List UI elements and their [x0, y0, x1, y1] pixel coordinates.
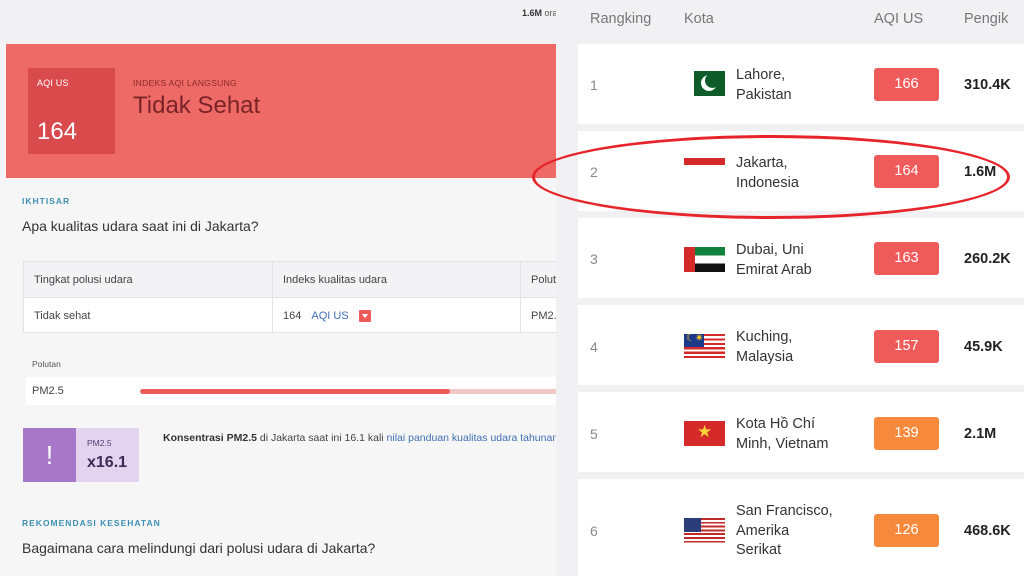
table-row[interactable]	[578, 305, 1024, 385]
pollutant-label: Polutan	[32, 359, 61, 369]
follower-count-value: 1.6M	[522, 8, 543, 18]
concentration-pollutant: PM2.5	[87, 438, 112, 448]
header-rank[interactable]: Rangking	[590, 11, 651, 27]
pollution-table: Tingkat polusi udara Indeks kualitas uda…	[23, 261, 623, 333]
aqi-score-value: 164	[37, 118, 78, 145]
city-name-line: Emirat Arab	[736, 261, 812, 278]
city-name-line: Lahore,	[736, 67, 786, 83]
city-name-line: Pakistan	[736, 86, 792, 103]
vietnam-flag-icon	[684, 421, 725, 446]
city-name-line: Minh, Vietnam	[736, 435, 829, 452]
header-pollution-level: Tingkat polusi udara	[24, 262, 273, 297]
aqi-unit-link[interactable]: AQI US	[311, 310, 348, 322]
aqi-hero-banner: AQI US 164 INDEKS AQI LANGSUNG Tidak Seh…	[6, 44, 606, 178]
recommendation-label: REKOMENDASI KESEHATAN	[22, 518, 161, 528]
concentration-bold: Konsentrasi PM2.5	[163, 432, 257, 444]
pollutant-name: PM2.5	[32, 385, 64, 397]
who-guideline-link[interactable]: nilai panduan kualitas udara tahunan WH	[387, 432, 579, 444]
city-name-line: Kota Hồ Chí	[736, 416, 815, 432]
city-name-line: Amerika	[736, 522, 790, 539]
pollution-table-header: Tingkat polusi udara Indeks kualitas uda…	[24, 262, 622, 298]
table-row[interactable]	[578, 44, 1024, 124]
follower-count: 2.1M	[964, 426, 997, 442]
pakistan-flag-icon	[684, 71, 725, 96]
overview-label: IKHTISAR	[22, 196, 71, 206]
city-name[interactable]: Dubai, Uni Emirat Arab	[736, 241, 812, 280]
ranking-panel: Rangking Kota AQI US Pengik 1 Lahore, Pa…	[556, 0, 1024, 576]
aqi-index-value: 164	[283, 309, 302, 322]
header-followers[interactable]: Pengik	[964, 11, 1008, 27]
concentration-mid: di Jakarta saat ini 16.1 kali	[256, 432, 387, 444]
city-name-line: Serikat	[736, 542, 782, 558]
overview-question: Apa kualitas udara saat ini di Jakarta?	[22, 218, 259, 234]
recommendation-question: Bagaimana cara melindungi dari polusi ud…	[22, 540, 376, 556]
aqi-score-box: AQI US 164	[28, 68, 115, 154]
rank-number: 6	[590, 523, 598, 539]
rank-number: 3	[590, 251, 598, 267]
aqi-badge: 139	[874, 417, 939, 450]
rank-number: 4	[590, 339, 598, 355]
aqi-badge: 157	[874, 330, 939, 363]
city-detail-panel: 1.6M orang mengi AQI US 164 INDEKS AQI L…	[0, 0, 640, 576]
malaysia-flag-icon	[684, 334, 725, 359]
usa-flag-icon	[684, 518, 725, 543]
exclamation-icon: !	[23, 428, 76, 482]
header-city[interactable]: Kota	[684, 11, 714, 27]
aqi-status: Tidak Sehat	[133, 92, 261, 119]
header-air-quality-index: Indeks kualitas udara	[273, 262, 521, 297]
city-name[interactable]: Kota Hồ Chí Minh, Vietnam	[736, 415, 828, 454]
pollution-level-value: Tidak sehat	[24, 298, 273, 333]
concentration-badge: ! PM2.5 x16.1	[23, 428, 139, 482]
header-aqi[interactable]: AQI US	[874, 11, 923, 27]
aqi-badge: 166	[874, 68, 939, 101]
rank-number: 1	[590, 77, 598, 93]
follower-count: 468.6K	[964, 523, 1011, 539]
concentration-multiplier: x16.1	[87, 454, 128, 471]
highlight-ellipse	[532, 135, 1010, 219]
follower-count: 310.4K	[964, 77, 1011, 93]
rank-number: 5	[590, 426, 598, 442]
pollutant-progress-fill	[140, 389, 451, 394]
follower-count: 260.2K	[964, 251, 1011, 267]
table-row: Tidak sehat 164 AQI US PM2.5	[24, 298, 622, 333]
pollutant-progress-bar	[140, 389, 610, 394]
city-name-line: Kuching,	[736, 329, 793, 345]
aqi-badge: 163	[874, 242, 939, 275]
aqi-index-cell: 164 AQI US	[273, 298, 521, 333]
concentration-description: Konsentrasi PM2.5 di Jakarta saat ini 16…	[163, 432, 579, 444]
city-name-line: Dubai, Uni	[736, 242, 804, 258]
city-name[interactable]: Kuching, Malaysia	[736, 328, 793, 367]
aqi-score-label: AQI US	[37, 78, 69, 88]
city-name[interactable]: Lahore, Pakistan	[736, 66, 792, 105]
caret-down-icon[interactable]	[358, 309, 371, 322]
uae-flag-icon	[684, 247, 725, 272]
city-name-line: Malaysia	[736, 348, 794, 365]
aqi-live-label: INDEKS AQI LANGSUNG	[133, 78, 237, 88]
city-name-line: San Francisco,	[736, 503, 833, 519]
top-bar	[0, 0, 640, 44]
follower-count: 45.9K	[964, 339, 1003, 355]
aqi-badge: 126	[874, 514, 939, 547]
city-name[interactable]: San Francisco, Amerika Serikat	[736, 502, 833, 561]
